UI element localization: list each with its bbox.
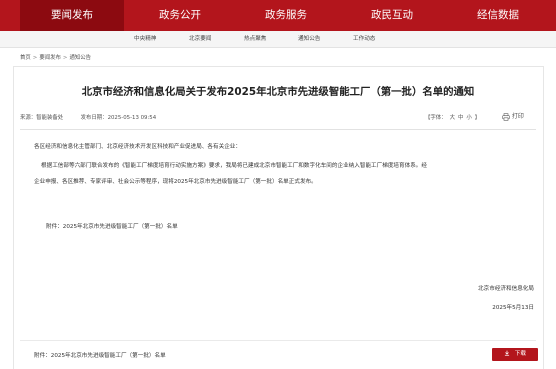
- subnav-item-central-spirit[interactable]: 中央精神: [134, 31, 156, 48]
- breadcrumb-home[interactable]: 首页: [20, 53, 31, 61]
- subnav-item-hot-topics[interactable]: 热点聚焦: [244, 31, 266, 48]
- salutation: 各区经济和信息化主管部门、北京经济技术开发区科技和产业促进局、各有关企业：: [34, 144, 241, 150]
- breadcrumb: 首页 > 要闻发布 > 通知公告: [20, 53, 91, 61]
- nav-item-data[interactable]: 经信数据: [446, 0, 550, 31]
- breadcrumb-notices[interactable]: 通知公告: [69, 53, 91, 61]
- breadcrumb-separator: >: [62, 55, 68, 61]
- download-label: 下载: [514, 351, 526, 357]
- article-card: [13, 66, 544, 369]
- download-button[interactable]: 下载: [492, 348, 538, 361]
- article-title: 北京市经济和信息化局关于发布2025年北京市先进级智能工厂（第一批）名单的通知: [81, 86, 475, 98]
- subnav-item-notices[interactable]: 通知公告: [298, 31, 320, 48]
- subnav-item-beijing-news[interactable]: 北京要闻: [189, 31, 211, 48]
- font-size-close: 】: [474, 115, 481, 121]
- article-meta: 来源：智能装备处 发布日期：2025-05-13 09:54: [20, 113, 156, 121]
- font-size-medium[interactable]: 中: [458, 115, 463, 121]
- source-value: 智能装备处: [36, 115, 64, 121]
- source-label: 来源：: [20, 115, 37, 121]
- inline-attachment-note: 附件：2025年北京市先进级智能工厂（第一批）名单: [46, 224, 178, 230]
- sub-navigation: 中央精神 北京要闻 热点聚焦 通知公告 工作动态: [0, 31, 556, 48]
- font-size-label: 【字体：: [425, 115, 447, 121]
- breadcrumb-separator: >: [32, 55, 38, 61]
- nav-item-government-affairs[interactable]: 政务公开: [128, 0, 232, 31]
- date-label: 发布日期：: [80, 115, 108, 121]
- nav-item-news[interactable]: 要闻发布: [20, 0, 124, 31]
- font-size-control: 【字体：大中小】: [425, 113, 483, 121]
- download-icon: [504, 350, 515, 357]
- font-size-large[interactable]: 大: [450, 115, 455, 121]
- date-value: 2025-05-13 09:54: [107, 115, 157, 121]
- signature-date: 2025年5月13日: [492, 305, 534, 311]
- signature-org: 北京市经济和信息化局: [478, 286, 534, 292]
- nav-item-interaction[interactable]: 政民互动: [340, 0, 444, 31]
- attachment-link[interactable]: 附件：2025年北京市先进级智能工厂（第一批）名单: [34, 351, 166, 359]
- printer-icon: [502, 112, 512, 121]
- nav-item-government-services[interactable]: 政务服务: [234, 0, 338, 31]
- attachment-divider: [20, 340, 536, 341]
- subnav-item-work-updates[interactable]: 工作动态: [353, 31, 375, 48]
- font-size-small[interactable]: 小: [466, 115, 471, 121]
- top-navigation: 要闻发布 政务公开 政务服务 政民互动 经信数据: [0, 0, 556, 31]
- print-button[interactable]: 打印: [502, 111, 524, 121]
- breadcrumb-news[interactable]: 要闻发布: [39, 53, 61, 61]
- print-label: 打印: [511, 113, 524, 120]
- meta-divider: [20, 129, 536, 130]
- body-paragraph-line-2: 企业申报、各区推荐、专家评审、社会公示等程序，现将2025年北京市先进级智能工厂…: [34, 179, 317, 185]
- body-paragraph-line-1: 根据工信部等六部门联合发布的《智能工厂梯度培育行动实施方案》要求，我局将已建成北…: [41, 163, 427, 169]
